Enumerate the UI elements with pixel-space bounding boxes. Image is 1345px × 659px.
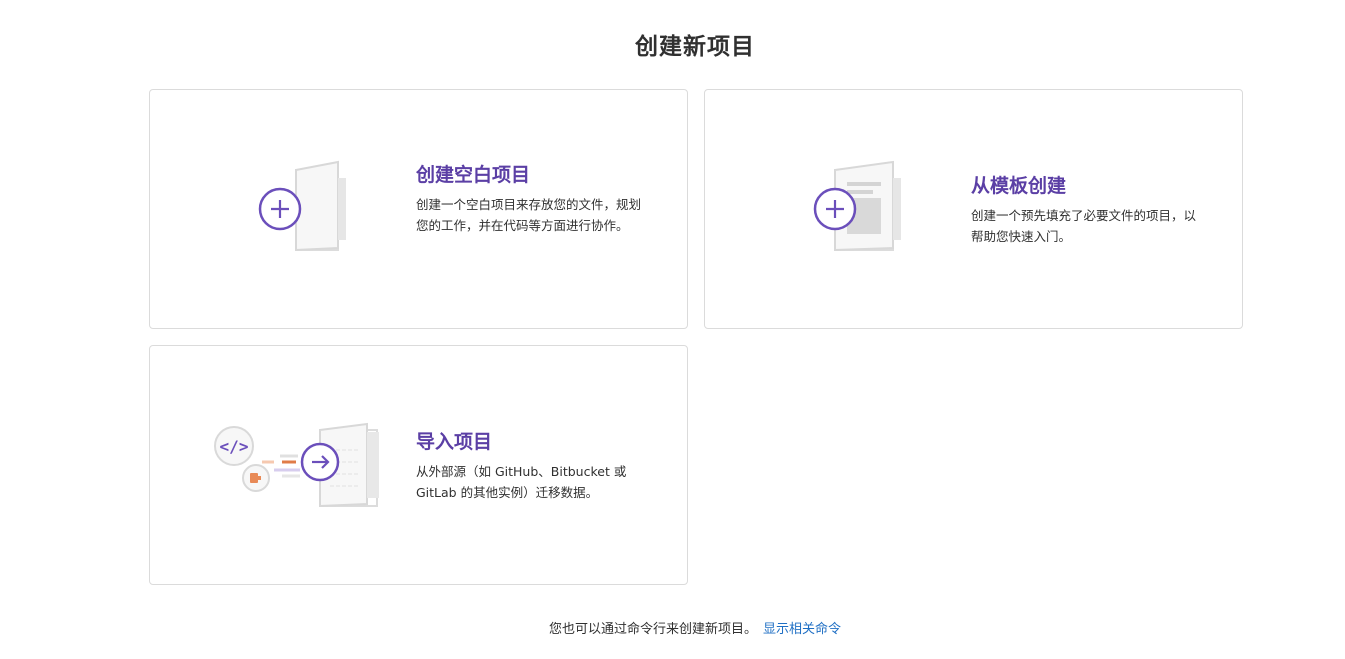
import-project-card[interactable]: </> 导入项目 从外部源（如 GitHub、Bitbucket 或 GitLa… — [149, 345, 688, 585]
cli-hint-text: 您也可以通过命令行来创建新项目。 — [548, 622, 757, 637]
show-commands-link[interactable]: 显示相关命令 — [763, 622, 841, 637]
create-from-template-card[interactable]: 从模板创建 创建一个预先填充了必要文件的项目，以帮助您快速入门。 — [704, 89, 1243, 329]
cli-hint: 您也可以通过命令行来创建新项目。 显示相关命令 — [0, 618, 1345, 637]
blank-project-icon — [250, 160, 400, 260]
svg-text:</>: </> — [220, 437, 249, 456]
card-title: 导入项目 — [416, 431, 493, 453]
card-title: 创建空白项目 — [416, 164, 531, 186]
import-project-icon: </> — [212, 422, 392, 512]
page-title: 创建新项目 — [635, 34, 755, 60]
card-description: 创建一个预先填充了必要文件的项目，以帮助您快速入门。 — [971, 208, 1197, 244]
template-project-icon — [805, 160, 955, 260]
card-title: 从模板创建 — [971, 175, 1067, 197]
card-text: 导入项目 从外部源（如 GitHub、Bitbucket 或 GitLab 的其… — [416, 429, 651, 503]
card-text: 从模板创建 创建一个预先填充了必要文件的项目，以帮助您快速入门。 — [971, 173, 1206, 247]
card-description: 创建一个空白项目来存放您的文件，规划您的工作，并在代码等方面进行协作。 — [416, 197, 642, 233]
new-project-page: 创建新项目 创建空白项目 创建一个空白项目来存放您的文件，规划您的工作，并在代码… — [0, 0, 1345, 659]
card-text: 创建空白项目 创建一个空白项目来存放您的文件，规划您的工作，并在代码等方面进行协… — [416, 162, 651, 236]
card-description: 从外部源（如 GitHub、Bitbucket 或 GitLab 的其他实例）迁… — [416, 464, 627, 500]
create-blank-project-card[interactable]: 创建空白项目 创建一个空白项目来存放您的文件，规划您的工作，并在代码等方面进行协… — [149, 89, 688, 329]
